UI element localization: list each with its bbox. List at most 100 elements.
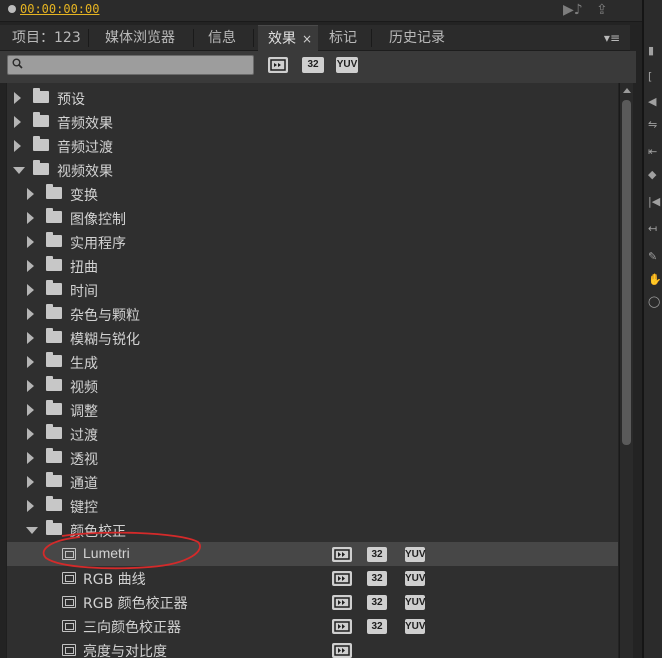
tree-item-audio-effects[interactable]: 音频效果: [7, 110, 618, 134]
ripple-edit-icon[interactable]: ◀: [648, 95, 656, 108]
tree-item-audio-transitions[interactable]: 音频过渡: [7, 134, 618, 158]
tree-item-label: 杂色与颗粒: [70, 308, 140, 324]
tree-item-keying[interactable]: 键控: [7, 494, 618, 518]
expand-icon[interactable]: [27, 500, 34, 512]
expand-icon[interactable]: [14, 116, 21, 128]
expand-icon[interactable]: [27, 212, 34, 224]
tab-label: 标记: [329, 30, 357, 46]
panel-menu-icon[interactable]: ▾≡: [604, 25, 620, 51]
tree-item-color-correction[interactable]: 颜色校正: [7, 518, 618, 542]
tab-info[interactable]: 信息: [194, 25, 254, 51]
timecode[interactable]: 00:00:00:00: [8, 2, 99, 16]
expand-icon[interactable]: [27, 476, 34, 488]
tab-project[interactable]: 项目：123: [0, 25, 89, 51]
zoom-icon[interactable]: ◯: [648, 295, 660, 308]
top-bar: 00:00:00:00 ▶♪ ⇪: [0, 0, 642, 22]
tree-item-generate[interactable]: 生成: [7, 350, 618, 374]
search-input[interactable]: [8, 56, 253, 74]
tree-item-presets[interactable]: 预设: [7, 86, 618, 110]
tree-item-adjust[interactable]: 调整: [7, 398, 618, 422]
tree-item-video-effects[interactable]: 视频效果: [7, 158, 618, 182]
tree-item-transform[interactable]: 变换: [7, 182, 618, 206]
export-icon[interactable]: ⇪: [596, 2, 608, 18]
expand-icon[interactable]: [14, 92, 21, 104]
slip-icon[interactable]: |◀: [648, 195, 660, 208]
tree-item-label: 时间: [70, 284, 98, 300]
accelerated-icon: [332, 571, 352, 586]
close-icon[interactable]: ×: [302, 26, 312, 52]
tab-markers[interactable]: 标记: [318, 25, 372, 51]
tree-item-label: 预设: [57, 92, 85, 108]
accelerated-icon: [332, 547, 352, 562]
expand-icon[interactable]: [14, 140, 21, 152]
tab-media-browser[interactable]: 媒体浏览器: [89, 25, 194, 51]
effect-item-label: 亮度与对比度: [83, 644, 167, 658]
effect-item-label: Lumetri: [83, 545, 130, 561]
expand-icon[interactable]: [27, 356, 34, 368]
folder-icon: [46, 424, 62, 439]
tree-item-video[interactable]: 视频: [7, 374, 618, 398]
slide-icon[interactable]: ↤: [648, 222, 657, 235]
tree-item-label: 过渡: [70, 428, 98, 444]
32-bit-filter-button[interactable]: 32: [302, 57, 324, 73]
tree-item-utility[interactable]: 实用程序: [7, 230, 618, 254]
tab-effects[interactable]: 效果 ×: [258, 25, 318, 51]
yuv-filter-button[interactable]: YUV: [336, 57, 358, 73]
vertical-scrollbar[interactable]: [619, 83, 633, 658]
expand-icon[interactable]: [27, 284, 34, 296]
tree-item-image-control[interactable]: 图像控制: [7, 206, 618, 230]
audio-icon[interactable]: ▶♪: [563, 2, 583, 18]
rolling-edit-icon[interactable]: ⇋: [648, 118, 657, 131]
tree-item-transition[interactable]: 过渡: [7, 422, 618, 446]
playhead-icon: [8, 4, 16, 13]
expand-icon[interactable]: [27, 452, 34, 464]
tree-item-label: 音频效果: [57, 116, 113, 132]
folder-icon: [46, 472, 62, 487]
expand-icon[interactable]: [27, 380, 34, 392]
tree-item-distort[interactable]: 扭曲: [7, 254, 618, 278]
tree-item-channel[interactable]: 通道: [7, 470, 618, 494]
collapse-icon[interactable]: [26, 527, 38, 534]
hand-icon[interactable]: ✋: [648, 273, 662, 286]
folder-icon: [46, 448, 62, 463]
effects-toolbar: 32 YUV: [0, 51, 636, 83]
tree-item-blur-sharpen[interactable]: 模糊与锐化: [7, 326, 618, 350]
tools-strip: ▮ [ ◀ ⇋ ⇤ ◆ |◀ ↤ ✎ ✋ ◯: [642, 0, 662, 658]
tree-item-label: 调整: [70, 404, 98, 420]
yuv-badge: YUV: [405, 571, 426, 586]
tree-item-noise-grain[interactable]: 杂色与颗粒: [7, 302, 618, 326]
selection-tool-icon[interactable]: ▮: [648, 44, 654, 57]
pen-icon[interactable]: ✎: [648, 250, 657, 263]
yuv-badge: YUV: [405, 619, 426, 634]
collapse-icon[interactable]: [13, 167, 25, 174]
folder-icon: [46, 280, 62, 295]
track-select-icon[interactable]: [: [648, 70, 652, 83]
razor-icon[interactable]: ◆: [648, 168, 656, 181]
effect-item-lumetri[interactable]: Lumetri 32 YUV: [7, 542, 618, 566]
effects-tree: 预设 音频效果 音频过渡 视频效果 变换 图像控制 实用程序 扭曲 时间 杂色与…: [6, 83, 618, 658]
expand-icon[interactable]: [27, 332, 34, 344]
effect-item-three-way-color-corrector[interactable]: 三向颜色校正器 32 YUV: [7, 614, 618, 638]
rate-stretch-icon[interactable]: ⇤: [648, 145, 657, 158]
scroll-thumb[interactable]: [622, 100, 631, 445]
tree-item-perspective[interactable]: 透视: [7, 446, 618, 470]
expand-icon[interactable]: [27, 260, 34, 272]
expand-icon[interactable]: [27, 308, 34, 320]
tab-history[interactable]: 历史记录: [372, 25, 472, 51]
folder-icon: [46, 208, 62, 223]
effect-item-rgb-curves[interactable]: RGB 曲线 32 YUV: [7, 566, 618, 590]
effect-item-label: RGB 曲线: [83, 572, 146, 588]
tree-item-label: 实用程序: [70, 236, 126, 252]
expand-icon[interactable]: [27, 404, 34, 416]
expand-icon[interactable]: [27, 188, 34, 200]
scroll-up-icon[interactable]: [623, 88, 631, 93]
search-box[interactable]: [7, 55, 254, 75]
accelerated-effects-filter-icon[interactable]: [268, 57, 288, 73]
effect-item-rgb-color-corrector[interactable]: RGB 颜色校正器 32 YUV: [7, 590, 618, 614]
tree-item-time[interactable]: 时间: [7, 278, 618, 302]
tree-item-label: 模糊与锐化: [70, 332, 140, 348]
folder-icon: [46, 328, 62, 343]
effect-item-brightness-contrast[interactable]: 亮度与对比度: [7, 638, 618, 658]
expand-icon[interactable]: [27, 428, 34, 440]
expand-icon[interactable]: [27, 236, 34, 248]
